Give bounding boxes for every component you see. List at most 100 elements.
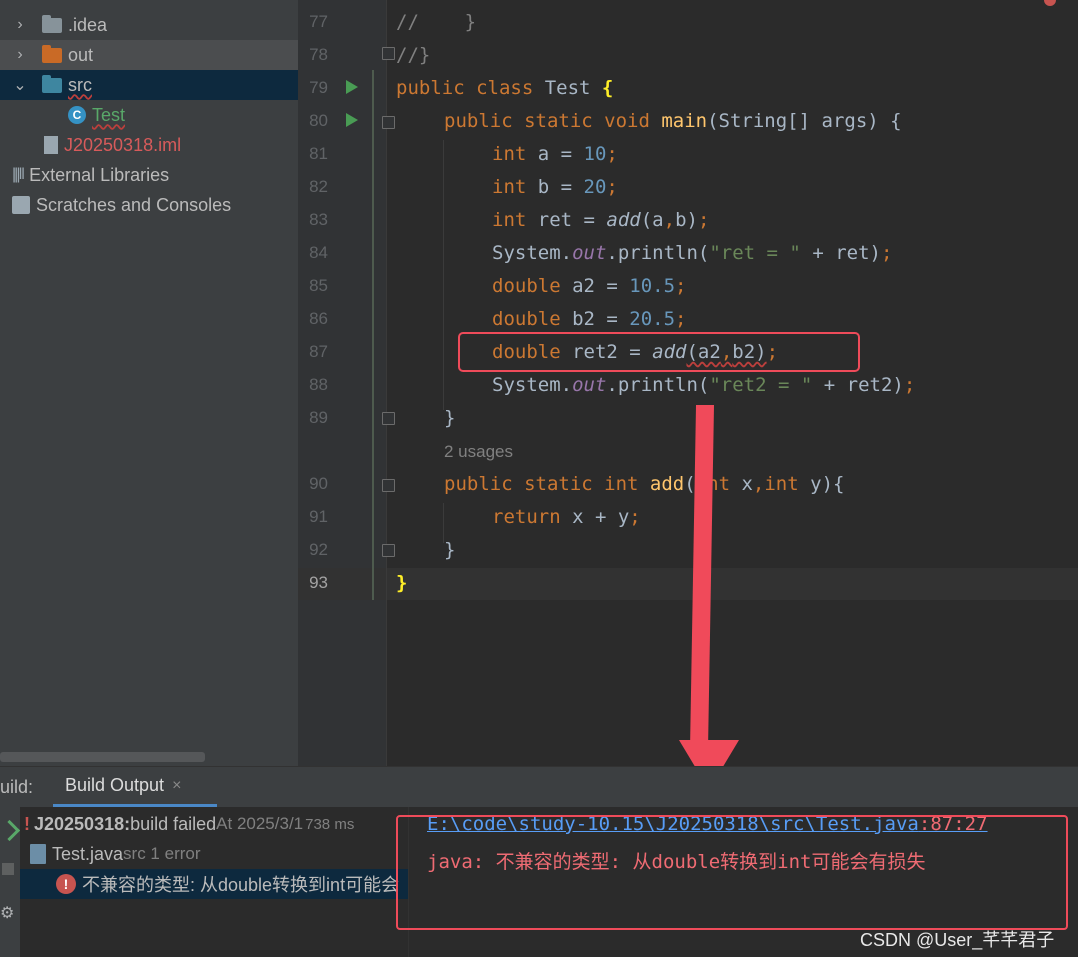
code-line-89[interactable]: }	[444, 403, 455, 433]
tree-item-label: Scratches and Consoles	[36, 194, 232, 215]
semicolon: ;	[675, 308, 687, 330]
code-text: System.	[492, 242, 573, 264]
string-literal: "ret = "	[709, 242, 801, 264]
tree-item-label: .idea	[68, 14, 108, 35]
code-text: x + y	[572, 506, 630, 528]
chevron-right-icon[interactable]: ›	[10, 46, 30, 64]
code-line-78[interactable]: //}	[396, 40, 430, 70]
fold-marker-icon[interactable]	[382, 116, 395, 129]
code-text: ret =	[537, 209, 607, 231]
line-number: 85	[309, 276, 328, 295]
line-number: 88	[309, 375, 328, 394]
keyword: int	[492, 209, 538, 231]
fold-marker-icon[interactable]	[382, 544, 395, 557]
code-line-83[interactable]: int ret = add(a,b);	[492, 205, 709, 235]
number-literal: 10.5	[629, 275, 676, 297]
semicolon: ;	[880, 242, 893, 264]
semicolon: ;	[629, 506, 641, 528]
error-indicator-icon[interactable]	[1044, 0, 1056, 6]
brace: }	[396, 572, 408, 594]
keyword: double	[492, 308, 573, 330]
line-number: 79	[309, 78, 328, 97]
code-text: }	[444, 407, 456, 429]
build-root-item[interactable]: ! J20250318: build failed At 2025/3/1 73…	[20, 809, 408, 839]
line-number: 92	[309, 540, 328, 559]
java-class-icon: C	[68, 106, 86, 124]
rebuild-icon[interactable]	[0, 819, 21, 842]
keyword: public static void	[444, 110, 662, 132]
annotation-arrow	[689, 405, 715, 750]
code-text: (String[] args) {	[707, 110, 902, 132]
build-file-item[interactable]: Test.java src 1 error	[20, 839, 408, 869]
chevron-right-icon[interactable]: ›	[10, 16, 30, 34]
code-text: b =	[537, 176, 584, 198]
class-name: Test	[544, 77, 602, 99]
usages-hint[interactable]: 2 usages	[444, 442, 513, 462]
tree-item-test[interactable]: C Test	[0, 100, 298, 130]
keyword: return	[492, 506, 573, 528]
horizontal-scrollbar[interactable]	[0, 752, 205, 762]
code-line-92[interactable]: }	[444, 535, 455, 565]
code-line-84[interactable]: System.out.println("ret = " + ret);	[492, 238, 892, 268]
fold-marker-icon[interactable]	[382, 412, 395, 425]
build-root-name: J20250318:	[34, 813, 131, 834]
stop-icon[interactable]	[2, 863, 14, 875]
code-text: }	[444, 539, 456, 561]
module-file-icon	[44, 136, 58, 154]
tab-label: Build Output	[65, 775, 165, 795]
indent-guide	[443, 140, 444, 410]
number-literal: 10	[583, 143, 607, 165]
code-line-77[interactable]: // }	[396, 7, 476, 37]
libraries-icon: |||‖	[12, 166, 25, 183]
build-label: uild:	[0, 777, 34, 797]
line-number: 83	[309, 210, 328, 229]
folder-icon	[42, 14, 62, 33]
code-line-88[interactable]: System.out.println("ret2 = " + ret2);	[492, 370, 915, 400]
fold-marker-icon[interactable]	[382, 479, 395, 492]
semicolon: ;	[697, 209, 710, 231]
project-tool-window: › .idea › out ⌄ src C Test J20250318.iml…	[0, 0, 298, 766]
line-number: 80	[309, 111, 328, 130]
tree-item-idea[interactable]: › .idea	[0, 10, 298, 40]
build-error-text: 不兼容的类型: 从double转换到int可能会	[82, 875, 400, 895]
tree-item-iml[interactable]: J20250318.iml	[0, 130, 298, 160]
java-file-icon	[30, 844, 46, 864]
build-error-item[interactable]: ! 不兼容的类型: 从double转换到int可能会	[20, 869, 408, 899]
fold-marker-icon[interactable]	[382, 47, 395, 60]
semicolon: ;	[606, 176, 618, 198]
code-line-86[interactable]: double b2 = 20.5;	[492, 304, 687, 334]
run-gutter-icon[interactable]	[346, 80, 358, 94]
code-line-80[interactable]: public static void main(String[] args) {	[444, 106, 902, 136]
method-name: main	[661, 110, 708, 132]
tree-item-external-libraries[interactable]: |||‖ External Libraries	[0, 160, 298, 190]
tree-item-scratches[interactable]: Scratches and Consoles	[0, 190, 298, 220]
brace: {	[601, 77, 614, 99]
build-file-detail: src 1 error	[123, 844, 201, 863]
line-number: 78	[309, 45, 328, 64]
code-text: y){	[810, 473, 845, 495]
code-line-85[interactable]: double a2 = 10.5;	[492, 271, 687, 301]
code-line-79[interactable]: public class Test {	[396, 73, 613, 103]
build-header: uild: Build Output ×	[0, 767, 1078, 807]
code-line-93[interactable]: }	[396, 568, 407, 598]
line-number: 91	[309, 507, 328, 526]
tree-item-out[interactable]: › out	[0, 40, 298, 70]
code-text: a =	[537, 143, 584, 165]
code-line-90[interactable]: public static int add(int x,int y){	[444, 469, 844, 499]
code-line-81[interactable]: int a = 10;	[492, 139, 618, 169]
code-line-82[interactable]: int b = 20;	[492, 172, 618, 202]
code-text: b)	[675, 209, 698, 231]
code-line-91[interactable]: return x + y;	[492, 502, 641, 532]
tree-item-label: src	[68, 74, 92, 95]
static-field: out	[572, 242, 607, 264]
tree-item-src[interactable]: ⌄ src	[0, 70, 298, 100]
line-number: 89	[309, 408, 328, 427]
line-number-current: 93	[309, 573, 328, 592]
settings-icon[interactable]: ⚙	[0, 903, 14, 923]
tab-build-output[interactable]: Build Output ×	[53, 767, 217, 807]
build-root-status: build failed	[130, 813, 217, 834]
code-text: + ret2)	[812, 374, 904, 396]
close-icon[interactable]: ×	[172, 777, 181, 795]
chevron-down-icon[interactable]: ⌄	[10, 75, 30, 95]
run-gutter-icon[interactable]	[346, 113, 358, 127]
